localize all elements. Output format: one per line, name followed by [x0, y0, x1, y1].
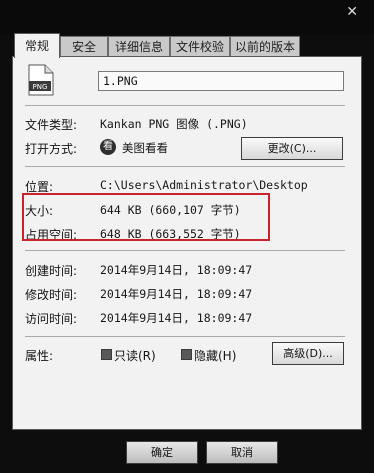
file-type-value: Kankan PNG 图像 (.PNG)	[100, 117, 248, 131]
tab-previous-versions[interactable]: 以前的版本	[230, 36, 300, 56]
close-icon[interactable]: ✕	[346, 4, 358, 20]
accessed-value: 2014年9月14日, 18:09:47	[100, 311, 253, 325]
highlight-box	[22, 193, 270, 241]
open-with-app: 美图看看	[122, 141, 168, 155]
advanced-button[interactable]: 高级(D)...	[272, 342, 344, 365]
file-name-field[interactable]: 1.PNG	[98, 71, 344, 91]
tab-security[interactable]: 安全	[60, 36, 108, 56]
open-with-label: 打开方式:	[25, 142, 78, 156]
change-button[interactable]: 更改(C)...	[241, 137, 343, 160]
png-file-icon: PNG	[28, 64, 54, 96]
created-label: 创建时间:	[25, 264, 78, 278]
hidden-label[interactable]: 隐藏(H)	[194, 347, 236, 364]
file-type-label: 文件类型:	[25, 118, 78, 132]
separator	[25, 105, 345, 106]
attributes-label: 属性:	[25, 349, 54, 363]
tab-checksum[interactable]: 文件校验	[170, 36, 230, 56]
cancel-button[interactable]: 取消	[206, 441, 278, 464]
svg-text:PNG: PNG	[33, 83, 48, 91]
location-value: C:\Users\Administrator\Desktop	[100, 178, 308, 192]
tab-general[interactable]: 常规	[14, 33, 60, 58]
hidden-checkbox[interactable]	[181, 349, 192, 360]
created-value: 2014年9月14日, 18:09:47	[100, 263, 253, 277]
accessed-label: 访问时间:	[25, 312, 78, 326]
tab-details[interactable]: 详细信息	[108, 36, 170, 56]
modified-value: 2014年9月14日, 18:09:47	[100, 287, 253, 301]
separator	[25, 336, 345, 337]
readonly-checkbox[interactable]	[101, 349, 112, 360]
separator	[25, 166, 345, 167]
readonly-label[interactable]: 只读(R)	[114, 347, 156, 364]
title-bar: ✕	[0, 0, 374, 34]
separator	[25, 250, 345, 251]
modified-label: 修改时间:	[25, 288, 78, 302]
ok-button[interactable]: 确定	[126, 441, 198, 464]
general-panel	[12, 56, 362, 430]
meitu-viewer-icon: 看	[100, 139, 116, 155]
